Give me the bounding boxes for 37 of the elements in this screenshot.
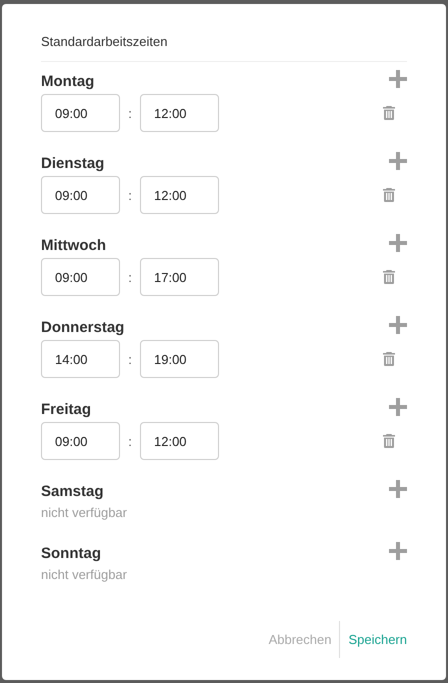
day-name: Mittwoch bbox=[41, 236, 106, 256]
delete-icon[interactable] bbox=[383, 270, 395, 284]
delete-icon[interactable] bbox=[383, 434, 395, 448]
add-icon[interactable] bbox=[389, 70, 407, 88]
delete-icon[interactable] bbox=[383, 106, 395, 120]
time-separator: : bbox=[127, 106, 133, 120]
start-time-field[interactable]: 09:00 bbox=[41, 422, 120, 460]
unavailable-note: nicht verfügbar bbox=[41, 504, 128, 522]
end-time-field[interactable]: 17:00 bbox=[140, 258, 219, 296]
time-separator: : bbox=[127, 188, 133, 202]
start-time-field[interactable]: 09:00 bbox=[41, 258, 120, 296]
add-icon[interactable] bbox=[389, 542, 407, 560]
day-name: Montag bbox=[41, 72, 94, 92]
add-icon[interactable] bbox=[389, 316, 407, 334]
day-name: Freitag bbox=[41, 400, 92, 420]
time-separator: : bbox=[127, 270, 133, 284]
dialog-title: Standardarbeitszeiten bbox=[41, 33, 168, 51]
end-time-field[interactable]: 12:00 bbox=[140, 94, 219, 132]
add-icon[interactable] bbox=[389, 480, 407, 498]
add-icon[interactable] bbox=[389, 234, 407, 252]
start-time-field[interactable]: 09:00 bbox=[41, 94, 120, 132]
day-name: Sonntag bbox=[41, 544, 101, 564]
start-time-field[interactable]: 14:00 bbox=[41, 340, 120, 378]
delete-icon[interactable] bbox=[383, 352, 395, 366]
end-time-field[interactable]: 12:00 bbox=[140, 422, 219, 460]
day-name: Dienstag bbox=[41, 154, 104, 174]
add-icon[interactable] bbox=[389, 398, 407, 416]
start-time-field[interactable]: 09:00 bbox=[41, 176, 120, 214]
unavailable-note: nicht verfügbar bbox=[41, 566, 128, 584]
end-time-field[interactable]: 12:00 bbox=[140, 176, 219, 214]
day-name: Samstag bbox=[41, 482, 104, 502]
time-separator: : bbox=[127, 434, 133, 448]
time-separator: : bbox=[127, 352, 133, 366]
day-name: Donnerstag bbox=[41, 318, 124, 338]
end-time-field[interactable]: 19:00 bbox=[140, 340, 219, 378]
delete-icon[interactable] bbox=[383, 188, 395, 202]
add-icon[interactable] bbox=[389, 152, 407, 170]
